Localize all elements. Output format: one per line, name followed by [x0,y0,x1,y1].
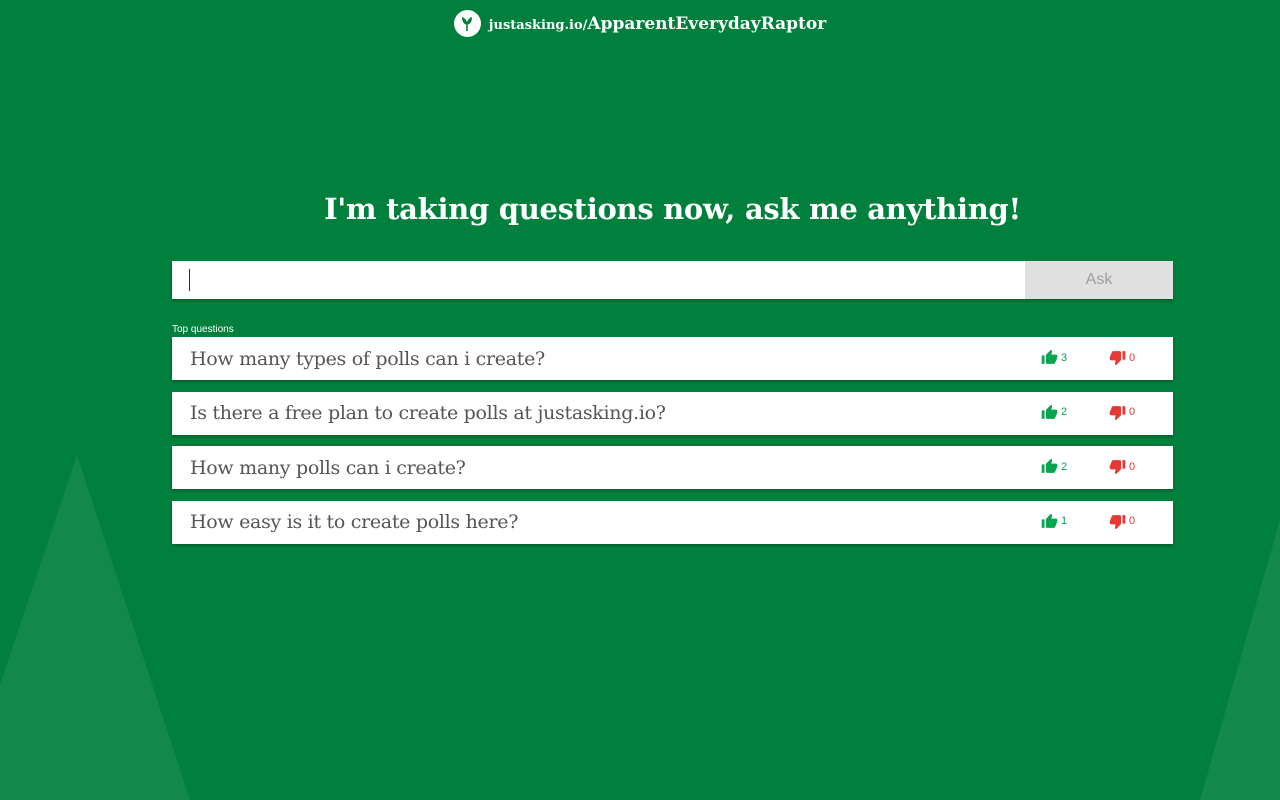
thumbs-down-icon [1109,460,1126,475]
thumbs-up-icon [1041,513,1058,528]
upvote-count: 2 [1061,460,1068,473]
downvote-count: 0 [1129,406,1136,418]
downvote-count: 0 [1129,460,1136,473]
question-text: How many types of polls can i create? [190,347,545,370]
ask-form: Ask [172,261,1173,299]
page-title: I'm taking questions now, ask me anythin… [324,192,1021,226]
thumbs-down-icon [1109,351,1126,366]
thumbs-down-icon [1109,514,1126,529]
question-item: Is there a free plan to create polls at … [172,391,1173,435]
downvote-count: 0 [1129,515,1136,527]
question-item: How many types of polls can i create? 3 … [172,337,1173,380]
downvote-count: 0 [1129,351,1136,364]
downvote-button[interactable]: 0 [1109,458,1135,475]
brand-header[interactable]: justasking.io / ApparentEverydayRaptor [0,10,1280,37]
upvote-button[interactable]: 3 [1041,349,1067,366]
room-name: ApparentEverydayRaptor [587,13,827,34]
text-caret [189,269,190,291]
justasking-logo-icon [453,10,481,37]
questions-list: How many types of polls can i create? 3 … [172,337,1173,555]
upvote-button[interactable]: 2 [1041,458,1067,475]
thumbs-up-icon [1041,458,1058,473]
downvote-button[interactable]: 0 [1109,349,1135,366]
ask-button[interactable]: Ask [1025,261,1173,299]
brand-domain: justasking.io [488,17,583,33]
upvote-count: 2 [1061,406,1068,418]
upvote-button[interactable]: 2 [1041,404,1067,421]
background-triangle-right [1200,520,1280,800]
downvote-button[interactable]: 0 [1109,513,1135,530]
question-item: How many polls can i create? 2 0 [172,446,1173,489]
question-text: How many polls can i create? [190,456,466,479]
downvote-button[interactable]: 0 [1109,404,1135,421]
thumbs-up-icon [1041,404,1058,419]
section-label-top-questions: Top questions [172,324,234,335]
question-text: Is there a free plan to create polls at … [190,402,666,424]
thumbs-up-icon [1041,349,1058,364]
question-input[interactable] [172,261,1025,299]
question-text: How easy is it to create polls here? [190,511,519,533]
background-triangle-left [0,455,190,800]
question-item: How easy is it to create polls here? 1 0 [172,500,1173,544]
upvote-button[interactable]: 1 [1041,513,1067,530]
brand-title: justasking.io / ApparentEverydayRaptor [489,14,826,34]
thumbs-down-icon [1109,405,1126,420]
upvote-count: 1 [1061,515,1068,527]
upvote-count: 3 [1061,351,1068,364]
